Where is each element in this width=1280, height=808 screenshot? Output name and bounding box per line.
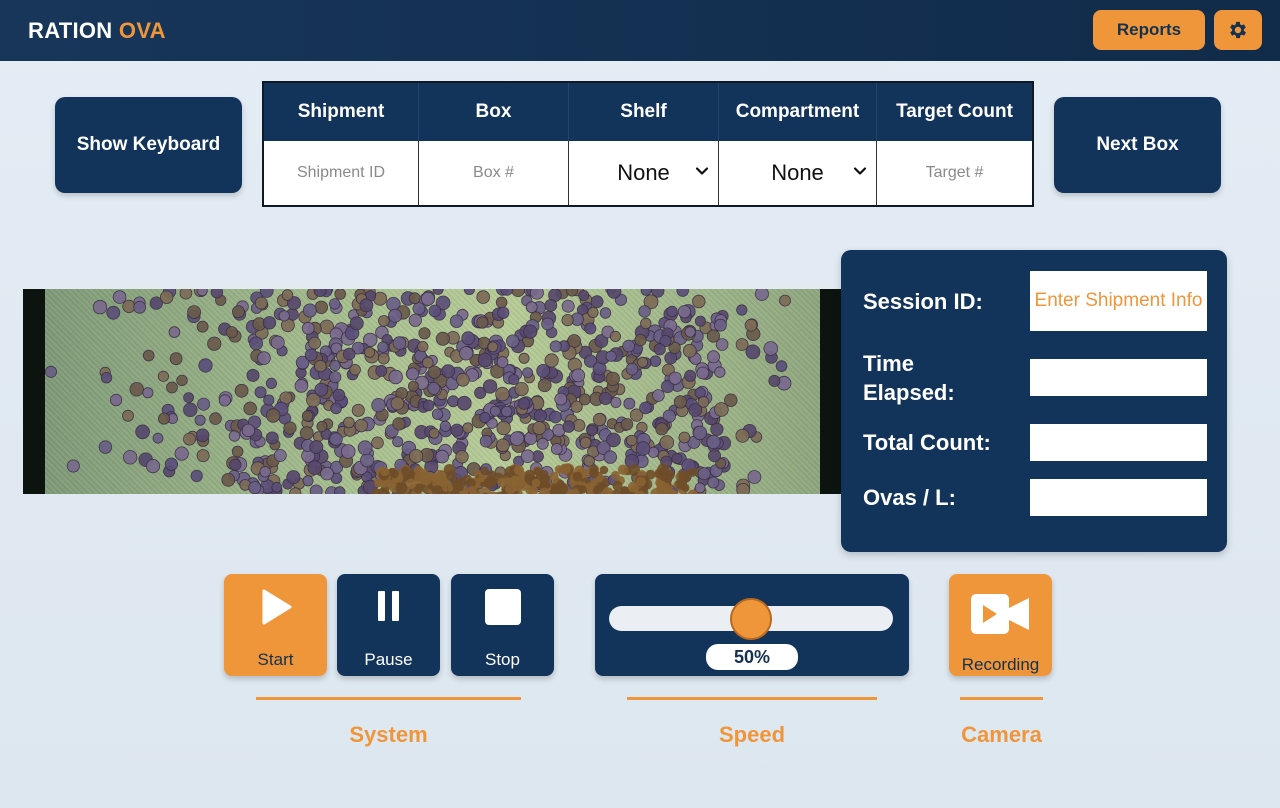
camera-feed [23, 289, 843, 494]
time-elapsed-field [1030, 359, 1207, 396]
stop-button[interactable]: Stop [451, 574, 554, 676]
time-elapsed-label: Time Elapsed: [863, 349, 955, 407]
speed-group-label: Speed [718, 722, 786, 747]
settings-button[interactable] [1214, 10, 1262, 50]
time-elapsed-label-line1: Time [863, 351, 914, 376]
header-box: Box [419, 83, 569, 141]
session-info-panel: Session ID: Enter Shipment Info Time Ela… [841, 250, 1227, 552]
system-group-underline [256, 697, 521, 700]
box-number-placeholder: Box # [473, 164, 514, 181]
total-count-label: Total Count: [863, 430, 991, 455]
header-target-count: Target Count [896, 101, 1013, 122]
target-count-placeholder: Target # [925, 164, 984, 181]
top-bar: RATION OVA Reports [0, 0, 1280, 61]
header-shipment: Shipment [264, 83, 419, 141]
gear-icon [1230, 21, 1246, 39]
video-camera-icon [971, 594, 1029, 634]
total-count-field [1030, 424, 1207, 461]
compartment-selected-value: None [771, 160, 824, 185]
shipment-table-inputs: Shipment ID Box # None None Target # [264, 141, 1032, 205]
speed-panel: 50% [595, 574, 909, 676]
camera-group-label: Camera [961, 722, 1042, 747]
ova-particles-image [45, 289, 792, 494]
compartment-select[interactable]: None [719, 141, 877, 205]
shelf-select[interactable]: None [569, 141, 719, 205]
box-number-input[interactable]: Box # [419, 141, 569, 205]
header-compartment: Compartment [719, 83, 877, 141]
chevron-down-icon [853, 167, 867, 175]
brand-part-2: OVA [118, 18, 166, 43]
speed-slider-thumb[interactable] [730, 598, 772, 640]
speed-value-badge: 50% [706, 644, 798, 670]
time-elapsed-label-line2: Elapsed: [863, 380, 955, 405]
session-id-field: Enter Shipment Info [1030, 271, 1207, 331]
reports-button[interactable]: Reports [1093, 10, 1205, 50]
target-count-input[interactable]: Target # [877, 141, 1032, 205]
pause-label: Pause [364, 650, 413, 669]
shipment-table-header: Shipment Box Shelf Compartment Target Co… [264, 83, 1032, 141]
pause-button[interactable]: Pause [337, 574, 440, 676]
start-label: Start [257, 650, 294, 669]
recording-label: Recording [961, 655, 1040, 674]
camera-image [45, 289, 820, 494]
pause-icon [377, 591, 399, 621]
shipment-form-table: Shipment Box Shelf Compartment Target Co… [262, 81, 1034, 207]
ovas-per-l-field [1030, 479, 1207, 516]
play-icon [262, 589, 291, 625]
shipment-id-placeholder: Shipment ID [296, 164, 386, 181]
next-box-button[interactable]: Next Box [1054, 97, 1221, 193]
show-keyboard-button[interactable]: Show Keyboard [55, 97, 242, 193]
stop-label: Stop [485, 650, 520, 669]
brand-part-1: RATION [28, 18, 113, 43]
shelf-selected-value: None [617, 160, 670, 185]
camera-group-underline [960, 697, 1043, 700]
header-shelf: Shelf [569, 83, 719, 141]
stop-icon [484, 589, 521, 625]
shipment-id-input[interactable]: Shipment ID [264, 141, 419, 205]
recording-button[interactable]: Recording [949, 574, 1052, 676]
speed-group-underline [627, 697, 877, 700]
session-id-label: Session ID: [863, 289, 983, 314]
system-group-label: System [349, 722, 428, 747]
start-button[interactable]: Start [224, 574, 327, 676]
ovas-per-l-label: Ovas / L: [863, 485, 956, 510]
app-logo: RATION OVA [28, 18, 166, 44]
chevron-down-icon [695, 167, 709, 175]
